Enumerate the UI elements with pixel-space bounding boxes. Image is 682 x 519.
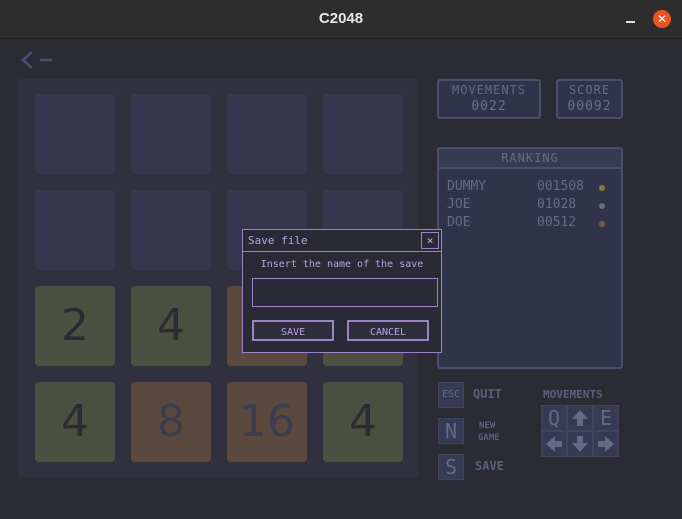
- tile: [35, 190, 115, 270]
- cancel-button[interactable]: CANCEL: [347, 320, 429, 341]
- tile: 4: [323, 382, 403, 462]
- movements-label: MOVEMENTS: [451, 83, 527, 97]
- minimize-button[interactable]: [622, 9, 640, 27]
- n-key: N: [438, 418, 464, 444]
- save-label: SAVE: [475, 459, 504, 473]
- tile: 16: [227, 382, 307, 462]
- window-title: C2048: [318, 10, 364, 27]
- tile: 8: [131, 382, 211, 462]
- score-panel: SCORE 00092: [556, 79, 623, 119]
- q-key: Q: [541, 405, 567, 431]
- ranking-name: DOE: [447, 215, 471, 230]
- score-value: 00092: [567, 99, 612, 114]
- s-key: S: [438, 454, 464, 480]
- ranking-score: 001508: [537, 179, 584, 194]
- left-arrow-icon: [541, 431, 567, 457]
- bronze-medal-icon: [599, 221, 605, 227]
- dialog-prompt: Insert the name of the save: [260, 259, 424, 270]
- dialog-titlebar: Save file ×: [243, 230, 441, 252]
- save-file-dialog: Save file × Insert the name of the save …: [242, 229, 442, 353]
- down-arrow-icon: [567, 431, 593, 457]
- tile: [131, 190, 211, 270]
- save-button[interactable]: SAVE: [252, 320, 334, 341]
- movements-value: 0022: [471, 99, 507, 114]
- tile: 2: [35, 286, 115, 366]
- ranking-row: JOE 01028: [447, 197, 613, 215]
- ranking-score: 01028: [537, 197, 577, 212]
- silver-medal-icon: [599, 203, 605, 209]
- ranking-name: JOE: [447, 197, 471, 212]
- esc-key: ESC: [438, 382, 464, 408]
- new-label: NEW: [479, 421, 496, 431]
- dialog-close-button[interactable]: ×: [421, 232, 439, 249]
- ranking-row: DUMMY 001508: [447, 179, 613, 197]
- movements-panel: MOVEMENTS 0022: [437, 79, 541, 119]
- tile: [131, 94, 211, 174]
- up-arrow-icon: [567, 405, 593, 431]
- tile: 4: [131, 286, 211, 366]
- close-window-button[interactable]: ✕: [653, 10, 671, 28]
- ranking-header: RANKING: [439, 149, 621, 169]
- ranking-name: DUMMY: [447, 179, 487, 194]
- tile: 4: [35, 382, 115, 462]
- gold-medal-icon: [599, 185, 605, 191]
- tile: [227, 94, 307, 174]
- ranking-score: 00512: [537, 215, 577, 230]
- window-titlebar: C2048 ✕: [0, 0, 682, 39]
- score-label: SCORE: [568, 83, 611, 97]
- movements-keys-title: MOVEMENTS: [543, 388, 603, 401]
- right-arrow-icon: [593, 431, 619, 457]
- ranking-title: RANKING: [501, 151, 559, 165]
- dialog-title: Save file: [248, 234, 308, 247]
- back-arrow-icon[interactable]: [20, 49, 54, 71]
- e-key: E: [593, 405, 619, 431]
- ranking-row: DOE 00512: [447, 215, 613, 233]
- tile: [35, 94, 115, 174]
- save-name-input[interactable]: [252, 278, 438, 307]
- quit-label: QUIT: [473, 387, 502, 401]
- tile: [323, 94, 403, 174]
- ranking-panel: RANKING DUMMY 001508 JOE 01028 DOE 00512: [437, 147, 623, 369]
- game-label: GAME: [478, 433, 500, 443]
